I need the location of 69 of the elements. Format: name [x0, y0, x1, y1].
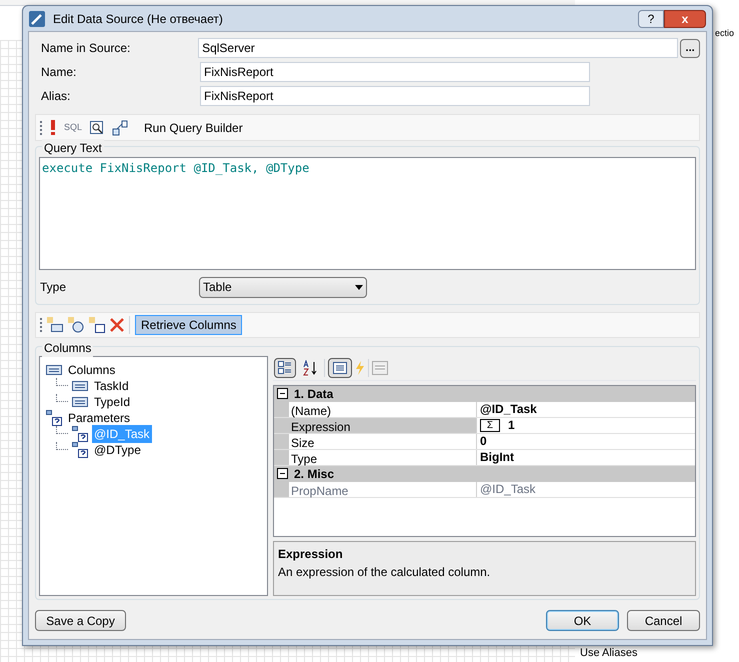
- text-field[interactable]: FixNisReport: [200, 86, 590, 106]
- field-label: Alias:: [40, 88, 72, 105]
- pen-icon: [29, 10, 45, 26]
- dropdown-arrow-icon: [355, 284, 363, 290]
- add-calculated-column-icon[interactable]: [68, 317, 84, 333]
- run-query-builder-button[interactable]: Run Query Builder: [144, 118, 243, 136]
- column-icon: [72, 397, 88, 407]
- property-value: 0: [480, 433, 487, 450]
- column-icon: [46, 365, 62, 375]
- tree-connector: [56, 378, 68, 386]
- tree-connector: [56, 426, 68, 434]
- property-name[interactable]: Type: [289, 450, 477, 465]
- delete-icon[interactable]: [110, 318, 124, 332]
- field-label: Name:: [40, 64, 78, 81]
- dialog-button[interactable]: Save a Copy: [35, 610, 126, 631]
- tree-connector: [56, 442, 68, 450]
- help-text: An expression of the calculated column.: [278, 564, 492, 582]
- parameter-icon: [72, 442, 88, 458]
- query-builder-icon[interactable]: [112, 120, 128, 136]
- property-value: BigInt: [480, 449, 514, 466]
- group-title: Query Text: [42, 139, 104, 157]
- text-field[interactable]: SqlServer: [198, 38, 678, 58]
- collapse-icon[interactable]: [277, 468, 288, 480]
- text-field[interactable]: FixNisReport: [200, 62, 590, 82]
- field-label: Type: [39, 279, 68, 296]
- property-value: @ID_Task: [480, 481, 536, 498]
- category-title: 2. Misc: [294, 466, 334, 483]
- property-value: @ID_Task: [480, 401, 537, 418]
- dialog-button[interactable]: OK: [546, 610, 619, 631]
- property-value: 1: [508, 417, 515, 434]
- sigma-button[interactable]: Σ: [480, 418, 500, 432]
- magnifier-icon[interactable]: [90, 120, 104, 134]
- sql-button[interactable]: SQL: [64, 120, 82, 134]
- parameter-icon: [72, 426, 88, 442]
- help-title: Expression: [278, 546, 344, 564]
- category-title: 1. Data: [294, 386, 334, 403]
- property-name[interactable]: (Name): [289, 402, 477, 417]
- dialog-button[interactable]: Cancel: [627, 610, 700, 631]
- panel-label: Use Aliases: [580, 647, 638, 660]
- help-button[interactable]: ?: [638, 10, 664, 28]
- retrieve-columns-button[interactable]: Retrieve Columns: [135, 315, 242, 335]
- categorized-button[interactable]: [274, 358, 296, 378]
- window-title: Edit Data Source (Не отвечает): [53, 10, 223, 28]
- field-label: Name in Source:: [40, 40, 132, 57]
- property-name[interactable]: Expression: [289, 418, 477, 433]
- parameter-icon: [46, 410, 62, 426]
- tree-item[interactable]: Columns: [66, 361, 118, 379]
- column-icon: [72, 381, 88, 391]
- properties-button[interactable]: [328, 358, 352, 378]
- collapse-icon[interactable]: [277, 388, 288, 400]
- tree-item[interactable]: @DType: [92, 441, 143, 459]
- property-name[interactable]: Size: [289, 434, 477, 449]
- browse-button[interactable]: ...: [680, 38, 700, 58]
- add-parameter-icon[interactable]: [89, 317, 105, 333]
- tree-connector: [56, 394, 68, 402]
- tree-item[interactable]: Parameters: [66, 409, 132, 427]
- grid-margin: [274, 434, 289, 449]
- tree-item[interactable]: TypeId: [92, 393, 132, 411]
- list-icon: [333, 362, 347, 374]
- categories-icon: [278, 360, 292, 375]
- close-button[interactable]: x: [664, 10, 706, 28]
- sort-icon: [302, 360, 318, 376]
- panel-label: ectio: [715, 27, 734, 40]
- type-dropdown[interactable]: Table: [199, 276, 367, 298]
- add-column-icon[interactable]: [47, 317, 63, 333]
- exclamation-icon[interactable]: [50, 120, 56, 135]
- grid-margin: [274, 418, 289, 433]
- query-editor[interactable]: execute FixNisReport @ID_Task, @DType: [39, 157, 696, 270]
- tree-item[interactable]: TaskId: [92, 377, 131, 395]
